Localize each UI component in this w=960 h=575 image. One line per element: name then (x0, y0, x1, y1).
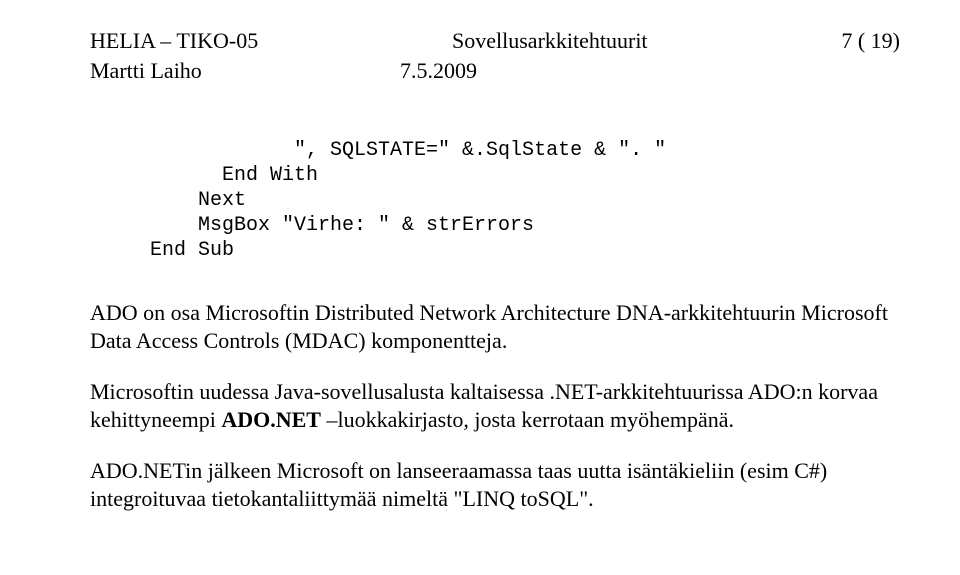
header-left: HELIA – TIKO-05 (90, 28, 258, 54)
header-page-number: 7 ( 19) (841, 28, 900, 54)
code-line: ", SQLSTATE=" &.SqlState & ". " (150, 139, 666, 162)
code-line: MsgBox "Virhe: " & strErrors (150, 214, 534, 237)
document-date: 7.5.2009 (400, 58, 477, 84)
page-header: HELIA – TIKO-05 Sovellusarkkitehtuurit 7… (90, 28, 900, 54)
paragraph-3: ADO.NETin jälkeen Microsoft on lanseeraa… (90, 457, 900, 512)
code-line: Next (150, 189, 246, 212)
para2-bold: ADO.NET (221, 407, 321, 432)
code-block: ", SQLSTATE=" &.SqlState & ". " End With… (150, 138, 900, 263)
author-name: Martti Laiho (90, 58, 400, 84)
page-subheader: Martti Laiho 7.5.2009 (90, 58, 900, 84)
para2-text-2: –luokkakirjasto, josta kerrotaan myöhemp… (321, 407, 734, 432)
code-line: End Sub (150, 239, 234, 262)
paragraph-2: Microsoftin uudessa Java-sovellusalusta … (90, 378, 900, 433)
header-title: Sovellusarkkitehtuurit (258, 28, 841, 54)
code-line: End With (150, 164, 318, 187)
paragraph-1: ADO on osa Microsoftin Distributed Netwo… (90, 299, 900, 354)
